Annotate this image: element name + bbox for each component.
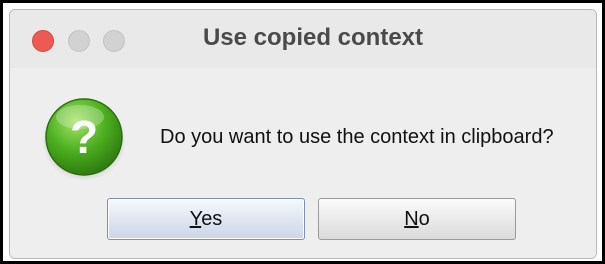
dialog-window: Use copied context ? Do you want to use … [9, 9, 597, 259]
dialog-body: ? Do you want to use the context in clip… [10, 68, 596, 258]
no-button[interactable]: No [318, 198, 516, 240]
dialog-message: Do you want to use the context in clipbo… [160, 126, 554, 148]
dialog-title: Use copied context [202, 24, 424, 51]
title-bar[interactable]: Use copied context [10, 10, 596, 69]
question-icon: ? [42, 98, 126, 181]
no-button-label: No [404, 207, 430, 230]
yes-button[interactable]: Yes [107, 198, 305, 240]
screenshot-frame: Use copied context ? Do you want to use … [0, 0, 605, 264]
yes-button-label: Yes [189, 207, 223, 230]
svg-text:?: ? [70, 111, 98, 163]
